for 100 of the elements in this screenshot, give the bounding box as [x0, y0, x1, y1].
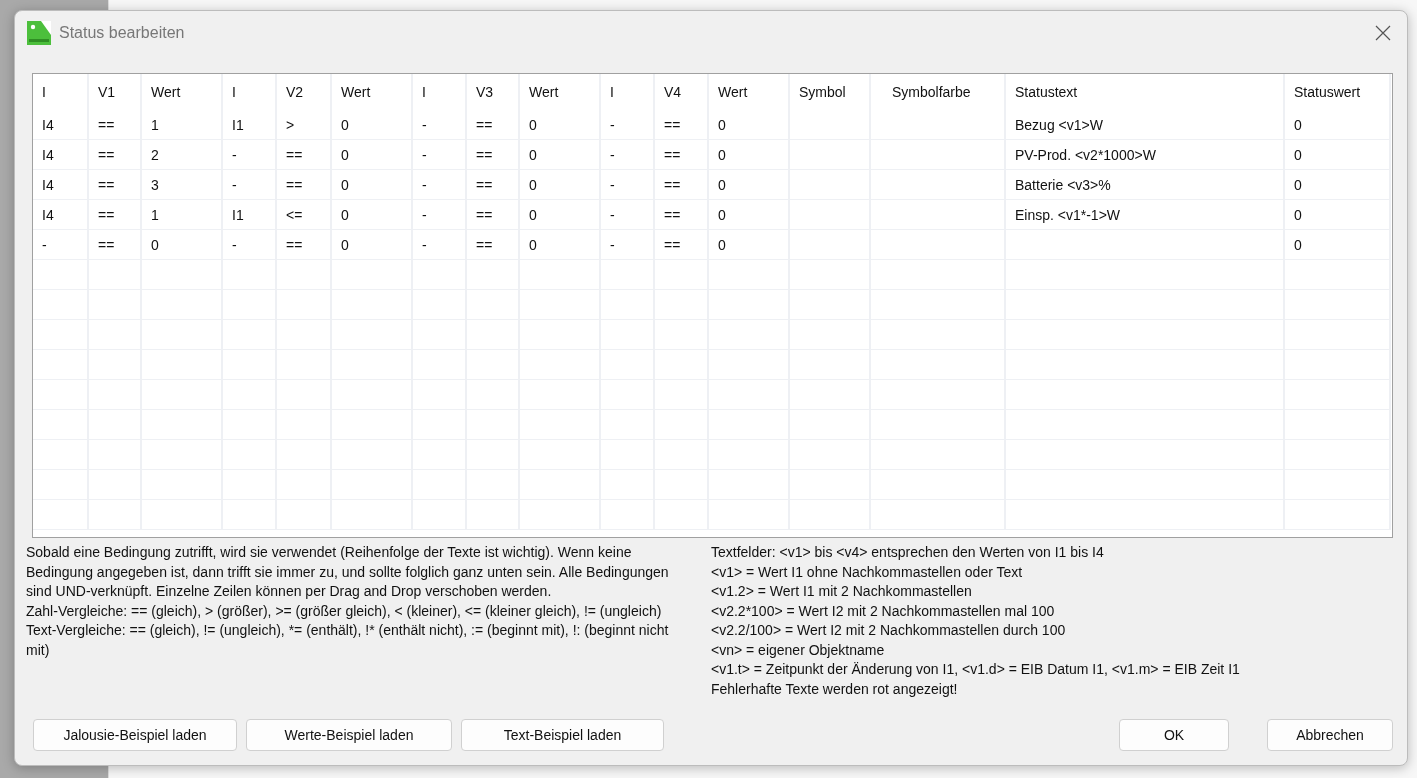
- column-header: V4: [664, 84, 682, 100]
- table-cell: ==: [98, 116, 115, 133]
- column-header: Symbolfarbe: [892, 84, 971, 100]
- help-line: Textfelder: <v1> bis <v4> entsprechen den Werten von I1 bis I4: [711, 543, 1105, 562]
- table-cell: ==: [476, 236, 493, 253]
- table-cell: 0: [718, 116, 726, 133]
- table-cell: 3: [151, 176, 159, 193]
- table-cell: 0: [341, 146, 349, 163]
- table-cell: ==: [476, 176, 493, 193]
- table-cell: 0: [718, 146, 726, 163]
- table-cell: -: [610, 176, 615, 193]
- table-cell: [33, 290, 89, 320]
- table-cell: I4: [42, 116, 54, 133]
- table-cell: 0: [341, 176, 349, 193]
- column-header: Wert: [341, 84, 371, 100]
- table-cell: -: [42, 236, 47, 253]
- table-cell: ==: [476, 116, 493, 133]
- column-header: Wert: [529, 84, 559, 100]
- table-cell: [33, 350, 89, 380]
- dialog-button[interactable]: OK: [1119, 719, 1229, 751]
- table-cell: -: [422, 176, 427, 193]
- table-cell: -: [232, 176, 237, 193]
- help-line: <v2.2/100> = Wert I2 mit 2 Nachkommastellen durch 100: [711, 621, 1067, 640]
- table-cell: ==: [286, 146, 303, 163]
- table-cell: [33, 410, 89, 440]
- column-header: I: [232, 84, 236, 100]
- table-cell: ==: [286, 176, 303, 193]
- table-cell: ==: [664, 206, 681, 223]
- table-cell: -: [422, 206, 427, 223]
- load-example-button[interactable]: Text-Beispiel laden: [461, 719, 664, 751]
- window-title: Status bearbeiten: [59, 24, 186, 42]
- table-cell: 0: [341, 236, 349, 253]
- help-line: <vn> = eigener Objektname: [711, 640, 886, 660]
- table-cell: PV-Prod. <v2*1000>W: [1015, 146, 1156, 163]
- table-cell: ==: [664, 146, 681, 163]
- load-example-button[interactable]: Jalousie-Beispiel laden: [33, 719, 237, 751]
- table-cell: 0: [529, 146, 537, 163]
- table-cell: [33, 470, 89, 500]
- table-cell: 0: [529, 206, 537, 223]
- table-cell: 0: [1294, 176, 1302, 193]
- table-cell: 0: [718, 176, 726, 193]
- table-cell: 0: [341, 206, 349, 223]
- table-cell: Batterie <v3>%: [1015, 176, 1111, 193]
- table-cell: -: [422, 236, 427, 253]
- table-cell: ==: [286, 236, 303, 253]
- table-cell: 0: [529, 176, 537, 193]
- column-header: Statuswert: [1294, 84, 1361, 100]
- table-cell: I4: [42, 176, 54, 193]
- table-cell: 1: [151, 116, 159, 133]
- table-cell: [33, 440, 89, 470]
- table-cell: <=: [286, 206, 303, 223]
- load-example-button[interactable]: Werte-Beispiel laden: [246, 719, 452, 751]
- table-cell: I1: [232, 116, 244, 133]
- column-header: I: [42, 84, 46, 100]
- table-cell: -: [610, 236, 615, 253]
- table-cell: ==: [664, 236, 681, 253]
- column-header: Symbol: [799, 84, 846, 100]
- table-cell: I1: [232, 206, 244, 223]
- table-cell: ==: [98, 176, 115, 193]
- column-header: Statustext: [1015, 84, 1078, 100]
- table-cell: 0: [1294, 146, 1302, 163]
- column-header: I: [610, 84, 614, 100]
- table-cell: 0: [341, 116, 349, 133]
- table-cell: 0: [718, 236, 726, 253]
- column-header: Wert: [718, 84, 748, 100]
- table-cell: 2: [151, 146, 159, 163]
- table-cell: -: [422, 116, 427, 133]
- table-cell: 0: [1294, 236, 1302, 253]
- help-line: <v2.2*100> = Wert I2 mit 2 Nachkommastellen mal 100: [711, 601, 1056, 621]
- column-header: V1: [98, 84, 116, 100]
- table-cell: ==: [98, 146, 115, 163]
- table-cell: -: [232, 236, 237, 253]
- table-cell: ==: [664, 116, 681, 133]
- dialog-button[interactable]: Abbrechen: [1267, 719, 1393, 751]
- help-line: <v1.t> = Zeitpunkt der Änderung von I1, <v1.d> = EIB Datum I1, <v1.m> = EIB Zeit I1: [711, 660, 1241, 679]
- help-line: <v1.2> = Wert I1 mit 2 Nachkommastellen: [711, 582, 973, 601]
- table-cell: [33, 320, 89, 350]
- table-cell: ==: [98, 206, 115, 223]
- table-cell: [33, 500, 89, 530]
- table-cell: 0: [718, 206, 726, 223]
- table-cell: -: [610, 116, 615, 133]
- help-line: Fehlerhafte Texte werden rot angezeigt!: [711, 679, 959, 699]
- table-cell: 0: [529, 236, 537, 253]
- table-cell: 0: [529, 116, 537, 133]
- table-cell: -: [232, 146, 237, 163]
- help-paragraph: Text-Vergleiche: == (gleich), != (ungleich), *= (enthält), !* (enthält nicht), := (beginnt mit), !: (beginnt nicht mit): [26, 621, 670, 660]
- help-paragraph: Zahl-Vergleiche: == (gleich), > (größer), >= (größer gleich), < (kleiner), <= (kleiner gleich), != (ungleich): [26, 601, 663, 621]
- table-cell: >: [286, 116, 295, 133]
- table-cell: 0: [1294, 116, 1302, 133]
- close-icon[interactable]: [1375, 25, 1391, 41]
- table-cell: Einsp. <v1*-1>W: [1015, 206, 1121, 223]
- table-cell: 1: [151, 206, 159, 223]
- column-header: I: [422, 84, 426, 100]
- app-icon: [27, 21, 51, 45]
- table-cell: ==: [476, 206, 493, 223]
- table-cell: 0: [151, 236, 159, 253]
- table-cell: ==: [98, 236, 115, 253]
- table-cell: ==: [664, 176, 681, 193]
- table-cell: 0: [1294, 206, 1302, 223]
- table-cell: -: [610, 146, 615, 163]
